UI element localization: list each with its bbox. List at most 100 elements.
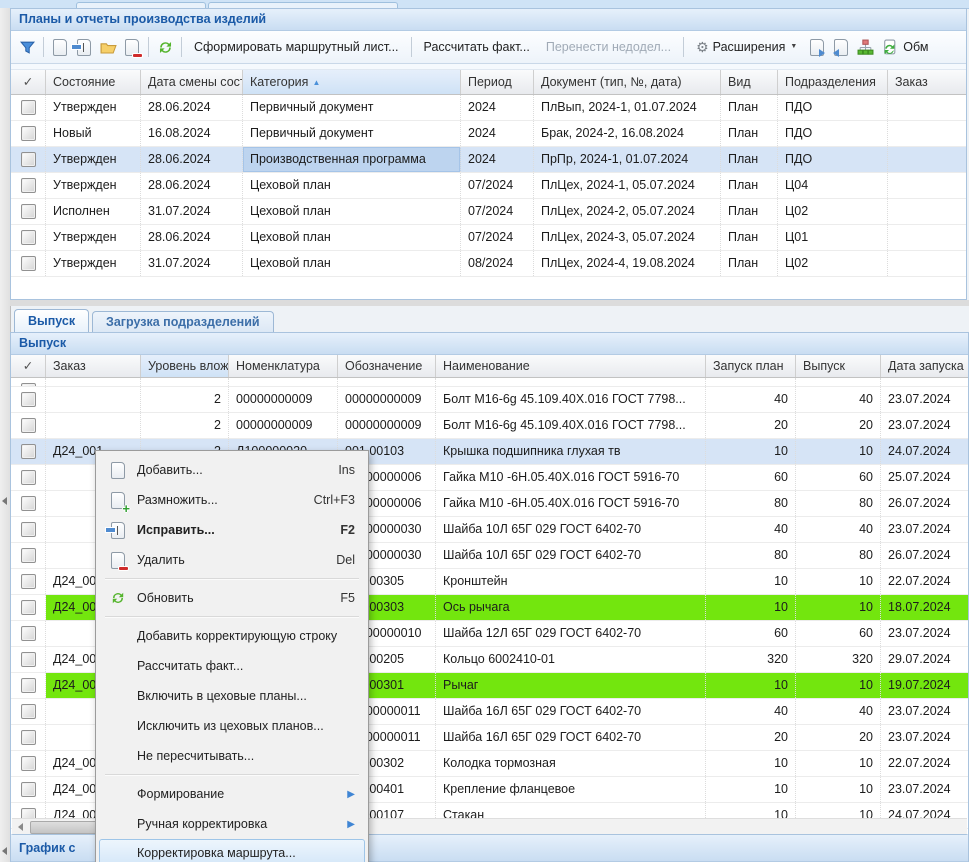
col-header-start-date[interactable]: Дата запуска [881, 355, 968, 377]
row-checkbox[interactable] [21, 383, 36, 386]
col-header-plan[interactable]: Запуск план [706, 355, 796, 377]
row-checkbox[interactable] [21, 100, 36, 115]
collapse-arrow-icon[interactable] [2, 847, 7, 855]
exchange-text-button[interactable]: Обм [901, 35, 930, 59]
row-checkbox[interactable] [21, 126, 36, 141]
cell-order [888, 251, 966, 276]
menu-item-include-shop-plans[interactable]: Включить в цеховые планы... [99, 681, 365, 711]
extensions-label: Расширения [713, 35, 786, 59]
table-row[interactable]: Утвержден 28.06.2024 Цеховой план 07/202… [11, 173, 966, 199]
import-button[interactable] [829, 35, 853, 59]
col-header-state-date[interactable]: Дата смены сост [141, 70, 243, 94]
cell-start-date: 23.07.2024 [881, 699, 968, 724]
open-button[interactable] [96, 35, 120, 59]
menu-item-formation[interactable]: Формирование ▶ [99, 779, 365, 809]
col-header-document[interactable]: Документ (тип, №, дата) [534, 70, 721, 94]
menu-item-add[interactable]: Добавить... Ins [99, 455, 365, 485]
row-checkbox[interactable] [21, 496, 36, 511]
table-row[interactable]: Исполнен 31.07.2024 Цеховой план 07/2024… [11, 199, 966, 225]
table-row[interactable]: Утвержден 28.06.2024 Первичный документ … [11, 95, 966, 121]
row-checkbox[interactable] [21, 444, 36, 459]
refresh-button[interactable] [153, 35, 177, 59]
export-button[interactable] [805, 35, 829, 59]
row-checkbox[interactable] [21, 256, 36, 271]
hierarchy-button[interactable] [853, 35, 877, 59]
scroll-left-button[interactable] [12, 819, 28, 835]
cell-kind: План [721, 173, 778, 198]
menu-item-duplicate[interactable]: Размножить... Ctrl+F3 [99, 485, 365, 515]
toolbar-separator [411, 37, 412, 57]
menu-item-delete[interactable]: Удалить Del [99, 545, 365, 575]
menu-item-manual-correction[interactable]: Ручная корректировка ▶ [99, 809, 365, 839]
menu-item-refresh[interactable]: Обновить F5 [99, 583, 365, 613]
cell-category: Цеховой план [243, 173, 461, 198]
row-checkbox[interactable] [21, 756, 36, 771]
row-checkbox[interactable] [21, 548, 36, 563]
shortcut-label: Del [318, 553, 355, 567]
menu-item-calc-fact[interactable]: Рассчитать факт... [99, 651, 365, 681]
exchange-button[interactable] [877, 35, 901, 59]
cell-name: Гайка М10 -6Н.05.40Х.016 ГОСТ 5916-70 [436, 465, 706, 490]
cell-document: ПлЦех, 2024-1, 05.07.2024 [534, 173, 721, 198]
table-row[interactable]: Утвержден 28.06.2024 Цеховой план 07/202… [11, 225, 966, 251]
tab-release[interactable]: Выпуск [14, 309, 89, 332]
cell-name: Шайба 10Л 65Г 029 ГОСТ 6402-70 [436, 543, 706, 568]
col-header-designation[interactable]: Обозначение [338, 355, 436, 377]
cell-release: 60 [796, 465, 881, 490]
menu-item-edit[interactable]: Исправить... F2 [99, 515, 365, 545]
cell-name: Колодка тормозная [436, 751, 706, 776]
col-header-period[interactable]: Период [461, 70, 534, 94]
menu-item-add-correction-row[interactable]: Добавить корректирующую строку... [99, 621, 365, 651]
col-header-check[interactable]: ✓ [11, 70, 46, 94]
row-checkbox[interactable] [21, 782, 36, 797]
row-checkbox[interactable] [21, 418, 36, 433]
add-button[interactable] [48, 35, 72, 59]
row-checkbox[interactable] [21, 152, 36, 167]
row-checkbox[interactable] [21, 574, 36, 589]
tab-strip: Выпуск Загрузка подразделений [10, 306, 969, 332]
row-checkbox[interactable] [21, 392, 36, 407]
menu-item-no-recalc[interactable]: Не пересчитывать... [99, 741, 365, 771]
collapse-arrow-icon[interactable] [2, 497, 7, 505]
row-checkbox[interactable] [21, 600, 36, 615]
col-header-division[interactable]: Подразделения [778, 70, 888, 94]
tab-load[interactable]: Загрузка подразделений [92, 311, 274, 332]
col-header-release[interactable]: Выпуск [796, 355, 881, 377]
row-checkbox[interactable] [21, 178, 36, 193]
edit-button[interactable] [72, 35, 96, 59]
col-header-check[interactable]: ✓ [11, 355, 46, 377]
col-header-kind[interactable]: Вид [721, 70, 778, 94]
row-checkbox[interactable] [21, 704, 36, 719]
make-route-sheet-button[interactable]: Сформировать маршрутный лист... [186, 35, 407, 59]
row-checkbox[interactable] [21, 230, 36, 245]
row-checkbox[interactable] [21, 204, 36, 219]
row-checkbox[interactable] [21, 626, 36, 641]
menu-item-route-correction[interactable]: Корректировка маршрута... [99, 839, 365, 862]
row-checkbox[interactable] [21, 470, 36, 485]
delete-button[interactable] [120, 35, 144, 59]
chevron-down-icon: ▼ [790, 35, 797, 59]
col-header-level[interactable]: Уровень вложения [141, 355, 229, 377]
col-header-nomenclature[interactable]: Номенклатура [229, 355, 338, 377]
row-checkbox[interactable] [21, 678, 36, 693]
table-row[interactable]: 2 00000000009 00000000009 Болт М16-6g 45… [11, 387, 968, 413]
table-row[interactable]: Утвержден 31.07.2024 Цеховой план 08/202… [11, 251, 966, 277]
col-header-order[interactable]: Заказ [888, 70, 966, 94]
filter-button[interactable] [15, 35, 39, 59]
table-row[interactable]: Новый 16.08.2024 Первичный документ 2024… [11, 121, 966, 147]
col-header-order[interactable]: Заказ [46, 355, 141, 377]
table-row[interactable]: Утвержден 28.06.2024 Производственная пр… [11, 147, 966, 173]
table-row[interactable]: 2 00000000009 00000000009 Болт М16-6g 45… [11, 413, 968, 439]
col-header-name[interactable]: Наименование [436, 355, 706, 377]
row-checkbox[interactable] [21, 730, 36, 745]
calc-fact-button[interactable]: Рассчитать факт... [416, 35, 538, 59]
row-checkbox[interactable] [21, 652, 36, 667]
cell-level: 2 [141, 413, 229, 438]
col-header-category[interactable]: Категория▲ [243, 70, 461, 94]
cell-name: Шайба 12Л 65Г 029 ГОСТ 6402-70 [436, 621, 706, 646]
col-header-state[interactable]: Состояние [46, 70, 141, 94]
menu-item-exclude-shop-plans[interactable]: Исключить из цеховых планов... [99, 711, 365, 741]
extensions-button[interactable]: ⚙ Расширения ▼ [688, 35, 805, 59]
table-row-partial[interactable] [11, 378, 968, 387]
row-checkbox[interactable] [21, 522, 36, 537]
